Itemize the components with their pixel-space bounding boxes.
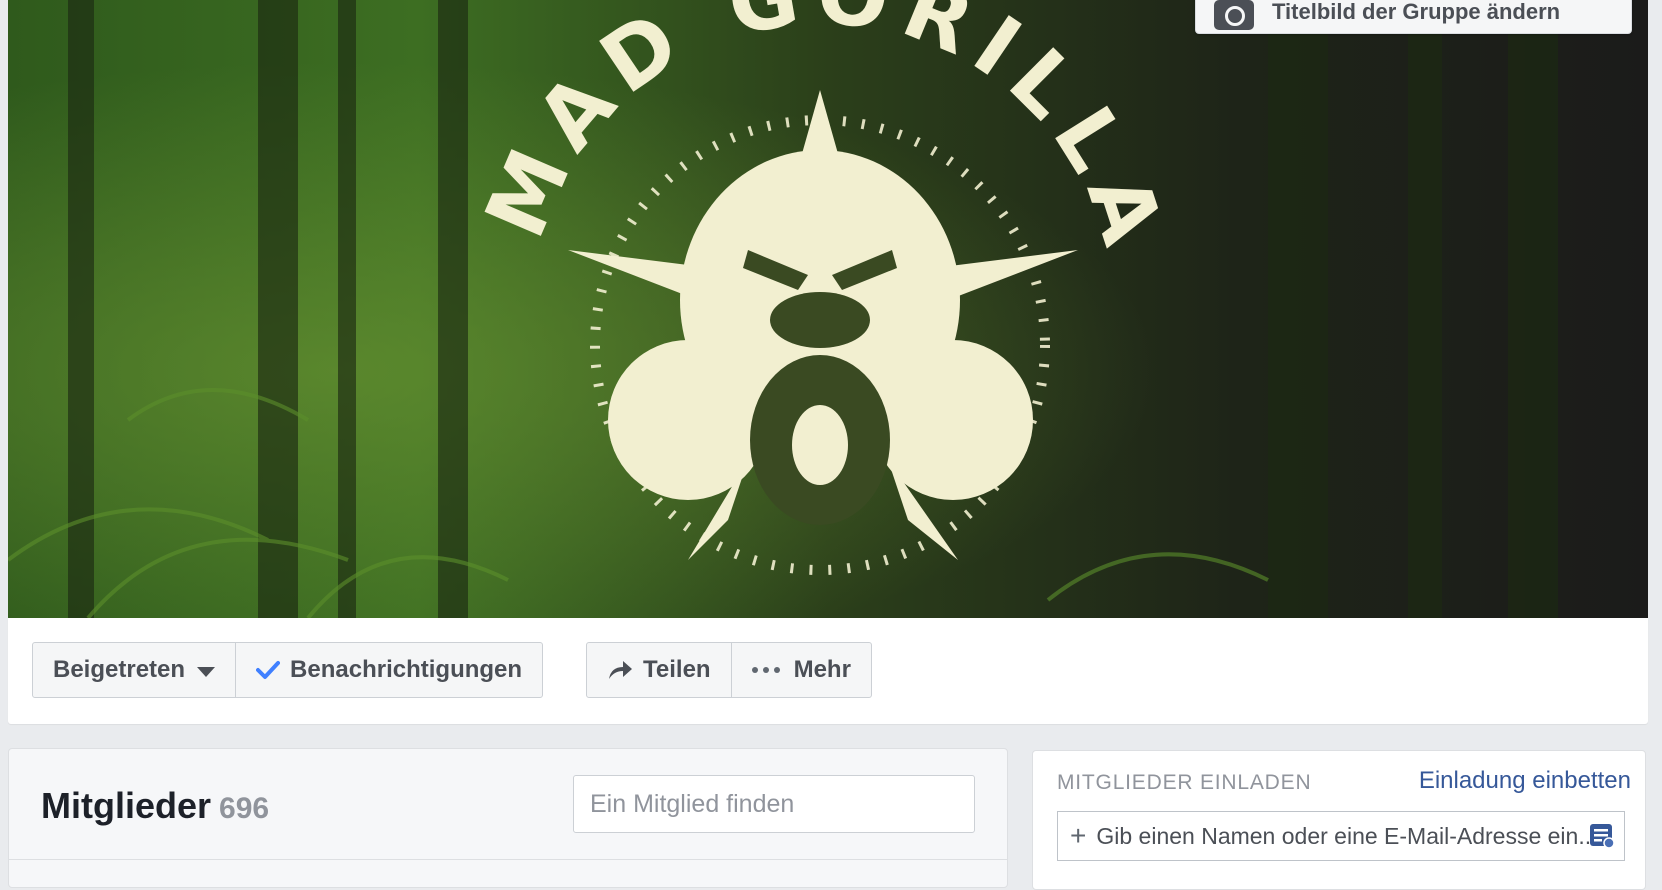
invite-input-placeholder: Gib einen Namen oder eine E-Mail-Adresse… <box>1096 822 1598 849</box>
check-icon <box>256 661 281 679</box>
share-more-button-group: Teilen Mehr <box>586 642 872 698</box>
more-dots-icon <box>751 667 780 673</box>
joined-label: Beigetreten <box>53 656 186 683</box>
more-label: Mehr <box>793 656 851 683</box>
more-button[interactable]: Mehr <box>730 643 871 697</box>
cover-image: MAD GORILLA <box>8 0 1648 618</box>
members-divider <box>9 859 1007 860</box>
invite-input-field[interactable]: + Gib einen Namen oder eine E-Mail-Adres… <box>1057 811 1625 861</box>
plus-icon: + <box>1070 820 1087 851</box>
share-button[interactable]: Teilen <box>587 643 731 697</box>
notifications-button[interactable]: Benachrichtigungen <box>235 643 542 697</box>
share-label: Teilen <box>643 656 711 683</box>
members-count: 696 <box>219 792 270 825</box>
share-arrow-icon <box>609 661 632 679</box>
change-cover-button[interactable]: Titelbild der Gruppe ändern <box>1195 0 1632 34</box>
caret-down-icon <box>197 667 216 677</box>
cover-photo: MAD GORILLA Titelbild der Gruppe ändern <box>8 0 1648 618</box>
change-cover-label: Titelbild der Gruppe ändern <box>1272 0 1561 24</box>
members-panel: Mitglieder 696 <box>8 748 1008 888</box>
member-search-input[interactable] <box>573 775 975 833</box>
notifications-label: Benachrichtigungen <box>290 656 523 683</box>
joined-button[interactable]: Beigetreten <box>33 643 235 697</box>
camera-icon <box>1214 0 1254 30</box>
embed-invite-link[interactable]: Einladung einbetten <box>1419 767 1631 795</box>
invite-members-panel: MITGLIEDER EINLADEN Einladung einbetten … <box>1032 750 1646 890</box>
members-title: Mitglieder <box>41 785 212 826</box>
membership-button-group: Beigetreten Benachrichtigungen <box>32 642 544 698</box>
members-heading: Mitglieder 696 <box>41 785 269 827</box>
invite-heading: MITGLIEDER EINLADEN <box>1057 771 1312 794</box>
group-action-bar: Beigetreten Benachrichtigungen Teilen Me… <box>8 618 1648 724</box>
contacts-list-icon[interactable] <box>1588 822 1616 850</box>
